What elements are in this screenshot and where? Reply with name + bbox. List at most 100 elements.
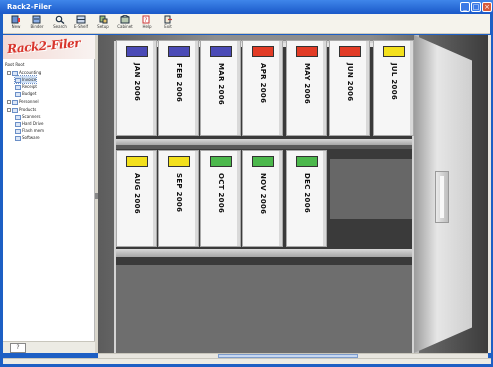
binder-nov-2006[interactable]: NOV 2006 xyxy=(242,150,283,247)
binder-color-tab xyxy=(168,156,190,167)
binder-label: APR 2006 xyxy=(259,63,267,104)
handle-highlight xyxy=(440,176,444,218)
shelf-back-panel xyxy=(330,159,412,219)
shelf-2 xyxy=(116,249,412,257)
binder-apr-2006[interactable]: APR 2006 xyxy=(242,40,283,136)
e-shelf-icon xyxy=(76,15,86,24)
tree-item-label: Budget xyxy=(22,91,37,96)
tree-item-label: Flash mem xyxy=(22,128,45,133)
binder-jan-2006[interactable]: JAN 2006 xyxy=(116,40,157,136)
binder-label: Binder xyxy=(30,24,44,29)
logo-text: Rack2-Filer xyxy=(6,35,81,57)
binder-label: SEP 2006 xyxy=(175,173,183,213)
maximize-button[interactable]: □ xyxy=(471,2,481,12)
tree-item-label: Receipt xyxy=(22,84,37,89)
cabinet-label: Cabinet xyxy=(117,24,133,29)
tree-item-invoice[interactable]: Invoice xyxy=(13,75,38,84)
tree-item-label: Root Root xyxy=(5,62,25,67)
binder-label: AUG 2006 xyxy=(133,173,141,214)
setup-icon xyxy=(99,15,108,24)
binder-spine: SEP 2006 xyxy=(167,173,191,233)
shelf-folder-icon xyxy=(15,77,21,83)
binder-label: FEB 2006 xyxy=(175,63,183,103)
new-button[interactable]: New xyxy=(6,15,26,33)
tree-item-scanners[interactable]: Scanners xyxy=(15,113,40,120)
cabinet-folder-icon xyxy=(12,107,18,113)
binder-dec-2006[interactable]: DEC 2006 xyxy=(286,150,327,247)
binder-spine: FEB 2006 xyxy=(167,63,191,123)
binder-oct-2006[interactable]: OCT 2006 xyxy=(200,150,241,247)
shelf-folder-icon xyxy=(15,121,21,127)
shelf-folder-icon xyxy=(15,135,21,141)
binder-label: MAY 2006 xyxy=(303,63,311,105)
binder-color-tab xyxy=(383,46,405,57)
cabinet-button[interactable]: Cabinet xyxy=(115,15,135,33)
tree-item-label: Hard Drive xyxy=(22,121,44,126)
sidebar-footer: ? xyxy=(3,341,95,353)
shelf-back-panel xyxy=(116,265,412,353)
binder-color-tab xyxy=(252,46,274,57)
binder-sep-2006[interactable]: SEP 2006 xyxy=(158,150,199,247)
tree-item-flash-mem[interactable]: Flash mem xyxy=(15,127,44,134)
binder-color-tab xyxy=(252,156,274,167)
tree-item-hard-drive[interactable]: Hard Drive xyxy=(15,120,44,127)
door-handle[interactable] xyxy=(435,171,449,223)
window-title: Rack2-Filer xyxy=(7,3,52,11)
exit-button[interactable]: Exit xyxy=(158,15,178,33)
shelf-folder-icon xyxy=(15,84,21,90)
binder-mar-2006[interactable]: MAR 2006 xyxy=(200,40,241,136)
binder-color-tab xyxy=(126,46,148,57)
setup-label: Setup xyxy=(97,24,109,29)
binder-feb-2006[interactable]: FEB 2006 xyxy=(158,40,199,136)
tree-item-root[interactable]: Root Root xyxy=(5,61,24,68)
tree-item-software[interactable]: Software xyxy=(15,134,40,141)
search-button[interactable]: Search xyxy=(50,15,70,33)
tree-item-budget[interactable]: Budget xyxy=(15,90,36,97)
search-icon xyxy=(55,15,65,24)
binder-spine: JUN 2006 xyxy=(338,63,362,123)
help-button[interactable]: ? Help xyxy=(137,15,157,33)
sidebar-help-button[interactable]: ? xyxy=(10,343,26,353)
setup-button[interactable]: Setup xyxy=(93,15,113,33)
cabinet-folder-icon xyxy=(12,99,18,105)
binder-color-tab xyxy=(339,46,361,57)
help-icon: ? xyxy=(142,15,150,24)
collapse-icon[interactable] xyxy=(7,71,11,75)
tree-item-products[interactable]: Products xyxy=(7,106,36,113)
tree-item-personnel[interactable]: Personnel xyxy=(7,98,39,105)
binder-aug-2006[interactable]: AUG 2006 xyxy=(116,150,157,247)
minimize-button[interactable]: _ xyxy=(460,2,470,12)
close-button[interactable]: × xyxy=(482,2,492,12)
new-binder-icon xyxy=(11,15,20,24)
help-label: Help xyxy=(142,24,152,29)
exit-label: Exit xyxy=(164,24,172,29)
toolbar: New Binder Search E-Shelf Setup Cabinet … xyxy=(3,14,490,34)
binder-jul-2006[interactable]: JUL 2006 xyxy=(373,40,414,136)
binder-spine: DEC 2006 xyxy=(295,173,319,233)
binder-spine: AUG 2006 xyxy=(125,173,149,233)
e-shelf-label: E-Shelf xyxy=(73,24,89,29)
binder-color-tab xyxy=(210,156,232,167)
tree-item-accounting[interactable]: Accounting xyxy=(7,69,41,76)
binder-spine: JAN 2006 xyxy=(125,63,149,123)
binder-jun-2006[interactable]: JUN 2006 xyxy=(329,40,370,136)
vertical-scrollbar[interactable] xyxy=(488,35,491,353)
shelf-folder-icon xyxy=(15,91,21,97)
tree-item-receipt[interactable]: Receipt xyxy=(15,83,37,90)
svg-text:?: ? xyxy=(144,17,147,24)
binder-may-2006[interactable]: MAY 2006 xyxy=(286,40,327,136)
expand-icon[interactable] xyxy=(7,100,11,104)
new-label: New xyxy=(11,24,21,29)
e-shelf-button[interactable]: E-Shelf xyxy=(71,15,91,33)
binder-label: JUN 2006 xyxy=(346,63,354,102)
shelf-folder-icon xyxy=(15,114,21,120)
binder-spine: MAR 2006 xyxy=(209,63,233,123)
binder-color-tab xyxy=(296,46,318,57)
binder-spine: JUL 2006 xyxy=(382,63,406,123)
sidebar: Rack2-Filer Root Root Accounting Invoice… xyxy=(3,35,95,353)
binder-color-tab xyxy=(210,46,232,57)
collapse-icon[interactable] xyxy=(7,108,11,112)
binder-button[interactable]: Binder xyxy=(27,15,47,33)
binder-icon xyxy=(32,15,41,24)
binder-spine: MAY 2006 xyxy=(295,63,319,123)
